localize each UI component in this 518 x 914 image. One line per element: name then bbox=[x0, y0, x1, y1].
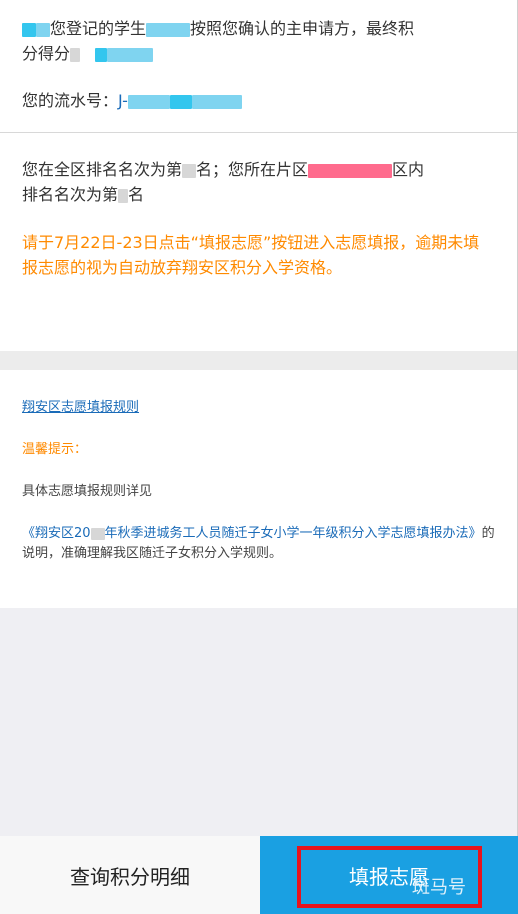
redacted-score bbox=[107, 47, 154, 62]
watermark: 斑马号 bbox=[412, 877, 466, 898]
redacted-name bbox=[22, 22, 36, 37]
redacted-rank bbox=[182, 163, 197, 178]
redacted-serial bbox=[127, 94, 170, 109]
rules-card: 翔安区志愿填报规则 温馨提示： 具体志愿填报规则详见 《翔安区20 年秋季进城务工… bbox=[0, 370, 517, 608]
serial-row: 您的流水号：J- bbox=[22, 88, 495, 113]
redacted-score bbox=[95, 47, 108, 62]
ranking-text: 您在全区排名名次为第 bbox=[22, 160, 183, 179]
result-card: 您登记的学生 按照您确认的主申请方，最终积 分得分 您的流水号：J- bbox=[0, 0, 517, 133]
query-score-detail-label: 查询积分明细 bbox=[70, 864, 190, 889]
rules-document: 《翔安区20 年秋季进城务工人员随迁子女小学一年级积分入学志愿填报办法》的说明，准… bbox=[22, 524, 495, 564]
tip-line: 具体志愿填报规则详见 bbox=[22, 484, 153, 499]
tip-title: 温馨提示： bbox=[22, 442, 88, 457]
redacted-year bbox=[90, 527, 105, 540]
fill-notice: 请于7月22日-23日点击“填报志愿”按钮进入志愿填报，逾期未填报志愿的视为自动… bbox=[22, 233, 480, 277]
result-text: 您登记的学生 bbox=[50, 19, 147, 38]
rules-document-title[interactable]: 《翔安区20 bbox=[22, 526, 91, 541]
redacted-student-name bbox=[146, 22, 191, 37]
ranking-text-2: 名；您所在片区 bbox=[196, 160, 309, 179]
section-divider bbox=[0, 351, 517, 370]
query-score-detail-button[interactable]: 查询积分明细 bbox=[0, 836, 260, 914]
serial-label: 您的流水号： bbox=[22, 91, 119, 110]
redacted-serial bbox=[169, 94, 192, 109]
ranking-text-3: 区内 bbox=[392, 160, 425, 179]
ranking-text-4: 排名名次为第 bbox=[22, 185, 119, 204]
ranking-text-5: 名 bbox=[128, 185, 145, 204]
ranking-sentence: 您在全区排名名次为第 名；您所在片区 区内 排名名次为第名 bbox=[22, 157, 495, 207]
redacted-char bbox=[70, 47, 81, 62]
serial-prefix: J- bbox=[118, 91, 128, 110]
ranking-card: 您在全区排名名次为第 名；您所在片区 区内 排名名次为第名 请于7月22日-23日点… bbox=[0, 133, 517, 351]
result-text-2: 按照您确认的主申请方，最终积 bbox=[190, 19, 415, 38]
redacted-name bbox=[36, 22, 50, 37]
empty-area bbox=[0, 608, 517, 836]
result-sentence: 您登记的学生 按照您确认的主申请方，最终积 分得分 bbox=[22, 16, 495, 66]
redacted-rank bbox=[118, 188, 129, 203]
rules-document-title-2[interactable]: 年秋季进城务工人员随迁子女小学一年级积分入学志愿填报办法》 bbox=[105, 526, 482, 541]
rules-link[interactable]: 翔安区志愿填报规则 bbox=[22, 396, 139, 415]
redacted-district bbox=[308, 163, 393, 178]
score-label: 分得分 bbox=[22, 44, 71, 63]
redacted-serial bbox=[191, 94, 242, 109]
